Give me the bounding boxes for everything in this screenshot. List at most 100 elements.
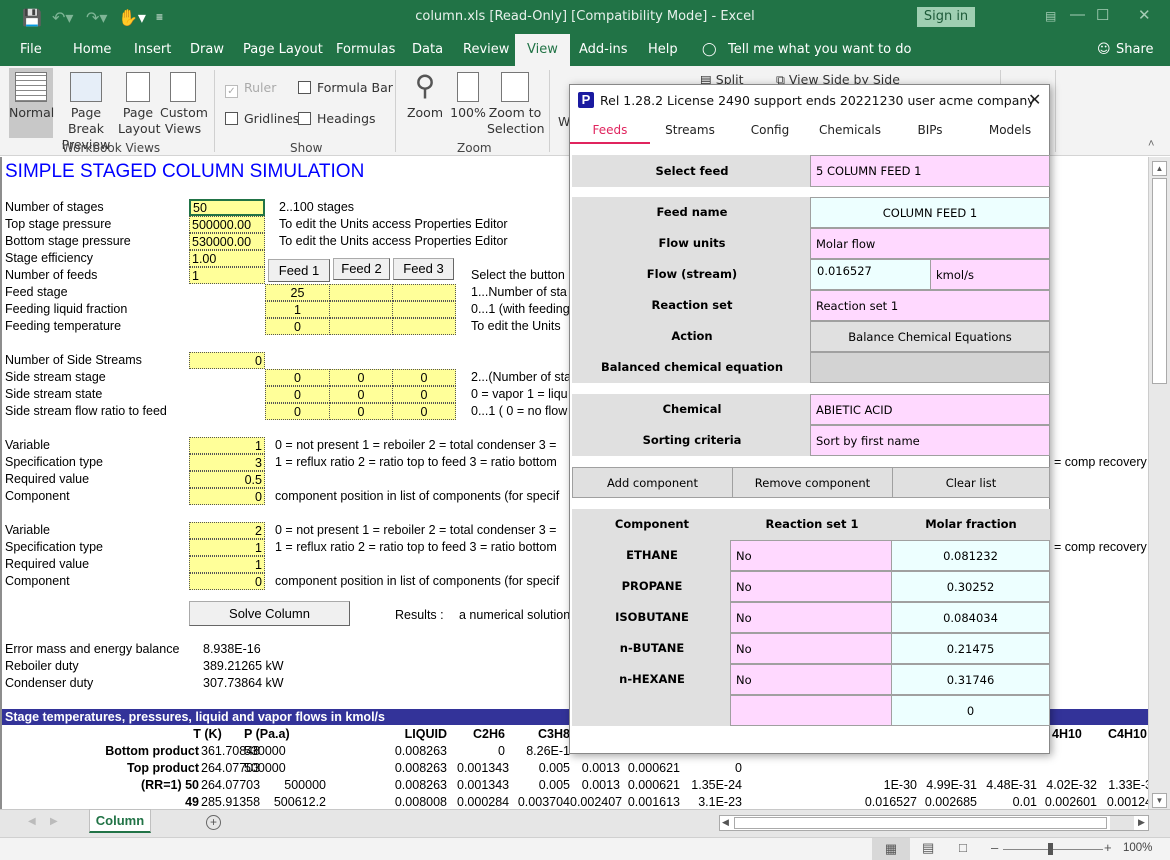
ruler-checkbox[interactable]: ✓ Ruler bbox=[225, 80, 276, 98]
dialog-close-icon[interactable]: ✕ bbox=[1028, 90, 1041, 110]
add-component-button[interactable]: Add component bbox=[572, 467, 733, 498]
minimize-icon[interactable]: — bbox=[1070, 6, 1085, 23]
feed-cell[interactable]: 0 bbox=[265, 318, 330, 335]
dialog-tab-chemicals[interactable]: Chemicals bbox=[810, 123, 890, 137]
horizontal-scroll-thumb[interactable] bbox=[734, 817, 1107, 829]
chemical-dropdown[interactable]: ABIETIC ACID bbox=[810, 394, 1050, 425]
side-cell[interactable]: 0 bbox=[392, 386, 456, 403]
component-fraction-cell[interactable]: 0.084034 bbox=[891, 602, 1050, 633]
zoom-100-button[interactable]: 100% bbox=[450, 72, 486, 121]
zoom-button[interactable]: ⚲ Zoom bbox=[404, 72, 446, 121]
component-reaction-cell[interactable]: No bbox=[730, 602, 892, 633]
tab-help[interactable]: Help bbox=[648, 42, 678, 57]
dialog-tab-bips[interactable]: BIPs bbox=[890, 123, 970, 137]
component-reaction-cell[interactable]: No bbox=[730, 571, 892, 602]
feed-cell[interactable]: 25 bbox=[265, 284, 330, 301]
number-of-stages-cell[interactable]: 50 bbox=[189, 199, 265, 216]
formula-bar-checkbox[interactable]: Formula Bar bbox=[298, 80, 393, 95]
component-fraction-cell[interactable]: 0.081232 bbox=[891, 540, 1050, 571]
page-layout-view-icon[interactable]: ▤ bbox=[922, 840, 934, 856]
scroll-left-icon[interactable]: ◀ bbox=[722, 817, 729, 828]
feed-cell[interactable] bbox=[329, 318, 393, 335]
component-reaction-cell[interactable]: No bbox=[730, 664, 892, 695]
side-cell[interactable]: 0 bbox=[392, 369, 456, 386]
side-streams-cell[interactable]: 0 bbox=[189, 352, 265, 369]
share-button[interactable]: Share bbox=[1116, 42, 1154, 57]
flow-units-dropdown[interactable]: Molar flow bbox=[810, 228, 1050, 259]
side-cell[interactable]: 0 bbox=[329, 403, 393, 420]
spec-cell[interactable]: 1 bbox=[189, 539, 265, 556]
tab-data[interactable]: Data bbox=[412, 42, 443, 57]
number-of-feeds-cell[interactable]: 1 bbox=[189, 267, 265, 284]
sheet-tab-column[interactable]: Column bbox=[89, 809, 151, 833]
scroll-right-icon[interactable]: ▶ bbox=[1138, 817, 1145, 828]
tab-file[interactable]: File bbox=[20, 42, 42, 57]
feed-cell[interactable] bbox=[329, 284, 393, 301]
maximize-icon[interactable]: ☐ bbox=[1096, 6, 1109, 24]
zoom-in-icon[interactable]: + bbox=[1104, 840, 1112, 855]
feed-name-input[interactable]: COLUMN FEED 1 bbox=[810, 197, 1050, 228]
flow-unit-dropdown[interactable]: kmol/s bbox=[930, 259, 1050, 290]
zoom-to-selection-button[interactable]: Zoom to Selection bbox=[487, 72, 545, 137]
tab-draw[interactable]: Draw bbox=[190, 42, 224, 57]
clear-list-button[interactable]: Clear list bbox=[892, 467, 1050, 498]
close-icon[interactable]: ✕ bbox=[1138, 6, 1151, 24]
feed-3-button[interactable]: Feed 3 bbox=[393, 258, 454, 280]
zoom-slider[interactable] bbox=[1003, 849, 1103, 850]
select-feed-dropdown[interactable]: 5 COLUMN FEED 1 bbox=[810, 155, 1050, 187]
balance-equations-button[interactable]: Balance Chemical Equations bbox=[810, 321, 1050, 352]
prev-sheet-icon[interactable]: ◀ bbox=[28, 816, 36, 827]
feed-cell[interactable]: 1 bbox=[265, 301, 330, 318]
side-cell[interactable]: 0 bbox=[392, 403, 456, 420]
horizontal-scrollbar[interactable]: ◀ ▶ bbox=[719, 815, 1149, 831]
feed-2-button[interactable]: Feed 2 bbox=[333, 258, 390, 280]
feed-cell[interactable] bbox=[392, 284, 456, 301]
scroll-down-icon[interactable]: ▼ bbox=[1152, 793, 1167, 808]
component-reaction-cell[interactable]: No bbox=[730, 633, 892, 664]
next-sheet-icon[interactable]: ▶ bbox=[50, 816, 58, 827]
spec-cell[interactable]: 0.5 bbox=[189, 471, 265, 488]
component-reaction-cell[interactable]: No bbox=[730, 540, 892, 571]
vertical-scrollbar[interactable]: ▲ ▼ bbox=[1148, 157, 1170, 809]
zoom-out-icon[interactable]: – bbox=[991, 840, 998, 855]
tell-me-search[interactable]: Tell me what you want to do bbox=[728, 42, 911, 57]
side-cell[interactable]: 0 bbox=[265, 386, 330, 403]
normal-view-icon[interactable]: ▦ bbox=[872, 838, 910, 860]
tab-home[interactable]: Home bbox=[73, 42, 111, 57]
page-layout-button[interactable]: Page Layout bbox=[118, 72, 161, 137]
spec-cell[interactable]: 0 bbox=[189, 488, 265, 505]
top-pressure-cell[interactable]: 500000.00 bbox=[189, 216, 265, 233]
zoom-slider-handle[interactable] bbox=[1048, 843, 1053, 855]
feed-1-button[interactable]: Feed 1 bbox=[268, 259, 330, 282]
spec-cell[interactable]: 1 bbox=[189, 556, 265, 573]
tab-formulas[interactable]: Formulas bbox=[336, 42, 395, 57]
sorting-dropdown[interactable]: Sort by first name bbox=[810, 425, 1050, 456]
collapse-ribbon-icon[interactable]: ˄ bbox=[1148, 138, 1154, 150]
remove-component-button[interactable]: Remove component bbox=[732, 467, 893, 498]
side-cell[interactable]: 0 bbox=[265, 369, 330, 386]
stage-efficiency-cell[interactable]: 1.00 bbox=[189, 250, 265, 267]
component-fraction-cell[interactable]: 0 bbox=[891, 695, 1050, 726]
side-cell[interactable]: 0 bbox=[329, 369, 393, 386]
dialog-tab-streams[interactable]: Streams bbox=[650, 123, 730, 137]
normal-view-button[interactable]: Normal bbox=[9, 68, 54, 138]
page-break-view-icon[interactable]: □ bbox=[959, 840, 967, 855]
reaction-set-dropdown[interactable]: Reaction set 1 bbox=[810, 290, 1050, 321]
side-cell[interactable]: 0 bbox=[329, 386, 393, 403]
custom-views-button[interactable]: Custom Views bbox=[160, 72, 208, 137]
tab-add-ins[interactable]: Add-ins bbox=[579, 42, 627, 57]
feed-cell[interactable] bbox=[392, 318, 456, 335]
sign-in-button[interactable]: Sign in bbox=[917, 7, 975, 27]
headings-checkbox[interactable]: Headings bbox=[298, 111, 376, 126]
component-reaction-cell[interactable] bbox=[730, 695, 892, 726]
component-fraction-cell[interactable]: 0.31746 bbox=[891, 664, 1050, 695]
bottom-pressure-cell[interactable]: 530000.00 bbox=[189, 233, 265, 250]
scroll-up-icon[interactable]: ▲ bbox=[1152, 161, 1167, 176]
tab-review[interactable]: Review bbox=[463, 42, 509, 57]
flow-input[interactable]: 0.016527 bbox=[810, 259, 931, 290]
spec-cell[interactable]: 0 bbox=[189, 573, 265, 590]
tab-page-layout[interactable]: Page Layout bbox=[243, 42, 323, 57]
side-cell[interactable]: 0 bbox=[265, 403, 330, 420]
scrollbar-thumb[interactable] bbox=[1152, 178, 1167, 384]
ribbon-display-icon[interactable]: ▤ bbox=[1045, 9, 1056, 23]
